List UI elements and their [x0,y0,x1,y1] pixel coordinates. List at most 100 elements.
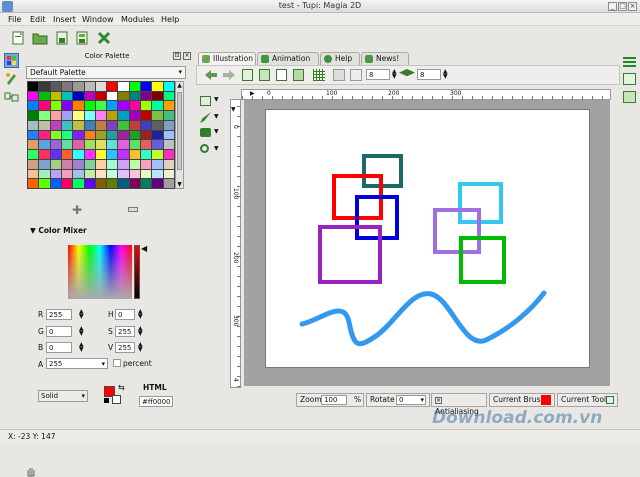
palette-swatch[interactable] [84,130,95,140]
percent-checkbox[interactable] [113,359,121,367]
palette-swatch[interactable] [73,169,84,179]
palette-swatch[interactable] [152,140,163,150]
palette-swatch[interactable] [152,169,163,179]
palette-swatch[interactable] [152,130,163,140]
background-color-swatch[interactable] [112,395,121,404]
scroll-thumb[interactable] [177,92,182,170]
palette-swatch[interactable] [28,150,39,159]
tab-help[interactable]: Help [320,52,360,66]
scroll-up-icon[interactable]: ▲ [176,82,183,89]
palette-swatch[interactable] [61,179,73,188]
palette-swatch[interactable] [61,91,73,101]
palette-swatch[interactable] [61,82,73,91]
palette-swatch[interactable] [39,91,50,101]
g-stepper-icon[interactable]: ▲ ▼ [79,326,84,337]
palette-swatch[interactable] [39,140,50,150]
palette-swatch[interactable] [28,111,39,120]
palette-swatch[interactable] [39,150,50,159]
palette-swatch[interactable] [95,120,107,130]
blue-wave-stroke[interactable] [299,290,547,347]
palette-swatch[interactable] [73,130,84,140]
close-project-icon[interactable] [96,30,112,46]
library-icon[interactable] [623,55,636,67]
palette-swatch[interactable] [84,179,95,188]
onion-next-stepper-icon[interactable]: ▲ ▼ [443,69,448,80]
palette-swatch[interactable] [61,169,73,179]
chevron-down-icon[interactable]: ▼ [214,113,219,120]
value-slider[interactable] [134,245,140,299]
palette-swatch[interactable] [129,120,141,130]
palette-swatch[interactable] [28,169,39,179]
v-input[interactable]: 255 [115,342,135,353]
palette-swatch[interactable] [61,150,73,159]
remove-color-icon[interactable] [128,207,138,212]
close-button[interactable]: × [628,2,637,11]
save-as-icon[interactable] [74,30,90,46]
palette-swatch[interactable] [107,150,118,159]
palette-swatch[interactable] [28,159,39,169]
panel-close-button[interactable]: × [183,52,191,60]
palette-swatch[interactable] [39,120,50,130]
palette-swatch[interactable] [141,82,152,91]
palette-swatch[interactable] [95,140,107,150]
tab-animation[interactable]: Animation [257,52,319,66]
add-color-icon[interactable]: ✚ [72,203,82,217]
palette-swatch[interactable] [50,140,61,150]
palette-swatch[interactable] [95,111,107,120]
menu-insert[interactable]: Insert [53,15,76,24]
green-square[interactable] [459,236,506,284]
palette-swatch[interactable] [50,169,61,179]
maximize-button[interactable]: □ [618,2,627,11]
palette-swatch[interactable] [39,101,50,111]
palette-swatch[interactable] [73,159,84,169]
palette-swatch[interactable] [61,140,73,150]
palette-grid[interactable] [27,81,175,189]
r-input[interactable]: 255 [46,309,72,320]
palette-swatch[interactable] [84,159,95,169]
palette-swatch[interactable] [84,140,95,150]
palette-swatch[interactable] [39,179,50,188]
palette-swatch[interactable] [95,130,107,140]
delete-icon[interactable] [293,69,304,81]
scroll-down-icon[interactable]: ▼ [176,181,183,188]
palette-swatch[interactable] [84,150,95,159]
palette-swatch[interactable] [95,150,107,159]
palette-swatch[interactable] [163,179,174,188]
v-stepper-icon[interactable]: ▲ ▼ [138,342,143,353]
palette-swatch[interactable] [50,111,61,120]
palette-swatch[interactable] [152,150,163,159]
palette-swatch[interactable] [50,150,61,159]
palette-swatch[interactable] [118,159,129,169]
palette-swatch[interactable] [163,91,174,101]
s-stepper-icon[interactable]: ▲ ▼ [138,326,143,337]
g-input[interactable]: 0 [46,326,72,337]
palette-swatch[interactable] [163,120,174,130]
palette-swatch[interactable] [28,82,39,91]
palette-swatch[interactable] [73,101,84,111]
palette-swatch[interactable] [50,159,61,169]
palette-swatch[interactable] [50,179,61,188]
tab-illustration[interactable]: Illustration [198,52,256,66]
palette-swatch[interactable] [118,130,129,140]
b-input[interactable]: 0 [46,342,72,353]
palette-swatch[interactable] [141,130,152,140]
palette-swatch[interactable] [141,140,152,150]
minimize-button[interactable]: _ [608,2,617,11]
palette-swatch[interactable] [61,101,73,111]
palette-swatch[interactable] [107,159,118,169]
fill-tool-icon[interactable] [200,128,211,137]
palette-swatch[interactable] [50,130,61,140]
palette-swatch[interactable] [73,179,84,188]
palette-swatch[interactable] [163,159,174,169]
onion-previous-stepper-icon[interactable]: ▲ ▼ [392,69,397,80]
palette-swatch[interactable] [95,159,107,169]
exposure-sheet-icon[interactable] [623,91,636,103]
palette-swatch[interactable] [163,140,174,150]
palette-swatch[interactable] [39,111,50,120]
palette-swatch[interactable] [118,101,129,111]
palette-swatch[interactable] [118,82,129,91]
menu-window[interactable]: Window [82,15,114,24]
h-input[interactable]: 0 [115,309,135,320]
palette-swatch[interactable] [141,111,152,120]
antialiasing-checkbox[interactable]: × [435,396,442,404]
